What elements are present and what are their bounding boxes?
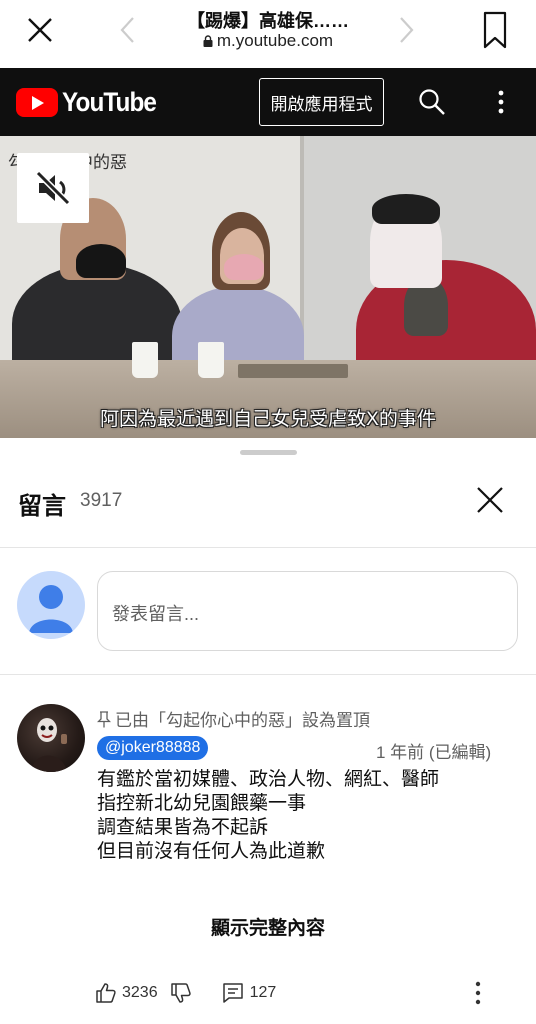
pin-icon [97, 711, 111, 728]
bookmark-icon[interactable] [480, 10, 510, 50]
video-caption: 阿因為最近遇到自己女兒受虐致X的事件 [100, 409, 436, 430]
chevron-left-icon[interactable] [118, 14, 138, 46]
comments-title: 留言 [18, 493, 66, 520]
close-icon[interactable] [24, 14, 56, 46]
comment-text: 有鑑於當初媒體、政治人物、網紅、醫師 指控新北幼兒園餵藥一事 調查結果皆為不起訴… [97, 768, 517, 864]
comment-line: 指控新北幼兒園餵藥一事 [97, 793, 307, 814]
like-count: 3236 [122, 984, 158, 1001]
reply-icon[interactable] [222, 982, 244, 1004]
page-title: 【踢爆】高雄保…… [187, 11, 349, 31]
open-app-button[interactable]: 開啟應用程式 [259, 78, 384, 126]
more-vertical-icon[interactable] [490, 88, 512, 116]
muted-volume-icon [35, 170, 71, 206]
close-comments-icon[interactable] [476, 486, 504, 514]
thumbs-up-icon[interactable] [95, 982, 117, 1004]
drag-handle[interactable] [240, 450, 297, 455]
browser-toolbar: 【踢爆】高雄保…… m.youtube.com [0, 0, 536, 68]
comment-input[interactable]: 發表留言... [97, 571, 518, 651]
divider [0, 674, 536, 675]
search-icon[interactable] [418, 88, 446, 116]
joker-avatar-image [31, 718, 67, 772]
comment-more-icon[interactable] [470, 980, 486, 1006]
reply-count: 127 [249, 984, 277, 1001]
pinned-label: 已由「勾起你心中的惡」設為置頂 [97, 706, 370, 731]
divider [0, 547, 536, 548]
youtube-play-icon [16, 87, 58, 117]
pinned-text: 已由「勾起你心中的惡」設為置頂 [115, 711, 370, 730]
unmute-button[interactable] [17, 153, 89, 223]
commenter-avatar[interactable] [17, 704, 85, 772]
comment-actions: 3236 127 [95, 980, 276, 1006]
comments-count: 3917 [80, 490, 123, 511]
youtube-logo-text: YouTube [62, 86, 157, 117]
default-avatar-icon [29, 585, 73, 633]
url-text: m.youtube.com [216, 31, 334, 50]
comment-line: 調查結果皆為不起訴 [97, 817, 269, 838]
comment-line: 有鑑於當初媒體、政治人物、網紅、醫師 [97, 769, 440, 790]
show-more-button[interactable]: 顯示完整內容 [0, 913, 536, 940]
comment-author[interactable]: @joker88888 [97, 736, 209, 760]
youtube-logo[interactable]: YouTube [16, 87, 166, 117]
thumbs-down-icon[interactable] [170, 982, 192, 1004]
comment-timestamp: 1 年前 (已編輯) [376, 743, 492, 762]
url-display[interactable]: m.youtube.com [140, 31, 396, 51]
lock-icon [203, 35, 213, 47]
chevron-right-icon[interactable] [396, 14, 416, 46]
user-avatar[interactable] [17, 571, 85, 639]
comment-line: 但目前沒有任何人為此道歉 [97, 841, 326, 862]
